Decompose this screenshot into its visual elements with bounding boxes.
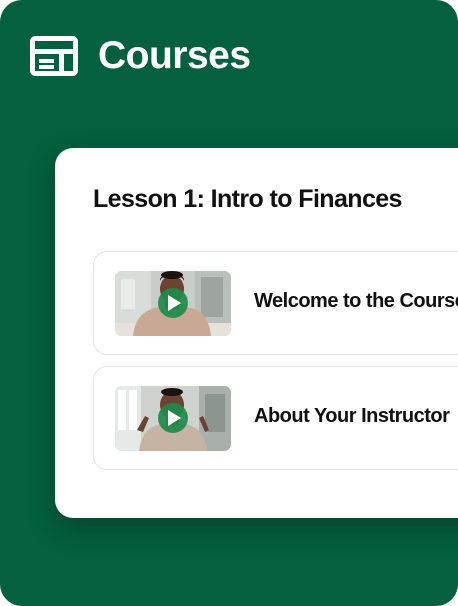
play-icon[interactable] — [115, 271, 231, 336]
video-thumbnail[interactable] — [115, 271, 231, 336]
video-item-about-instructor[interactable]: About Your Instructor — [93, 366, 458, 470]
lesson-card: Lesson 1: Intro to Finances Welcome to t… — [55, 148, 458, 518]
video-title[interactable]: About Your Instructor — [254, 405, 450, 428]
video-item-welcome[interactable]: Welcome to the Course — [93, 251, 458, 355]
layout-panel-icon — [30, 36, 78, 76]
video-title[interactable]: Welcome to the Course — [254, 290, 458, 313]
play-icon[interactable] — [115, 386, 231, 451]
video-thumbnail[interactable] — [115, 386, 231, 451]
courses-header: Courses — [30, 36, 251, 76]
courses-panel: Courses Lesson 1: Intro to Finances Welc… — [0, 0, 458, 606]
lesson-title: Lesson 1: Intro to Finances — [93, 185, 402, 213]
page-title: Courses — [98, 34, 251, 77]
